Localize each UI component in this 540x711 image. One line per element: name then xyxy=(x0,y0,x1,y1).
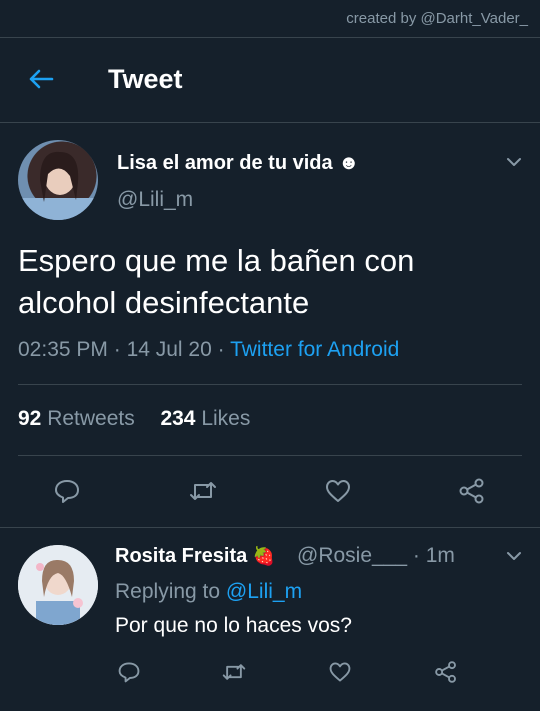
like-icon xyxy=(326,480,350,502)
retweets-stat[interactable]: 92 Retweets xyxy=(18,407,135,430)
reply-handle-line: @Rosie___ · 1m xyxy=(297,544,455,567)
retweet-button[interactable] xyxy=(188,476,218,506)
reply-time: 1m xyxy=(425,544,455,567)
like-button[interactable] xyxy=(323,476,353,506)
reply-icon xyxy=(55,480,79,503)
likes-label: Likes xyxy=(201,407,251,430)
watermark: created by @Darht_Vader_ xyxy=(346,10,528,27)
author-name[interactable]: Lisa el amor de tu vida ☻ xyxy=(117,152,359,175)
back-arrow-icon xyxy=(29,69,54,89)
reply-retweet-button[interactable] xyxy=(219,657,249,687)
author-emoji: ☻ xyxy=(338,152,360,174)
reply-author-name[interactable]: Rosita Fresita 🍓 xyxy=(115,545,275,568)
likes-stat[interactable]: 234 Likes xyxy=(160,407,250,430)
avatar[interactable] xyxy=(18,140,98,220)
tweet-source-link[interactable]: Twitter for Android xyxy=(230,338,399,361)
replying-to: Replying to @Lili_m xyxy=(115,580,302,604)
divider xyxy=(18,384,522,385)
replying-label: Replying to xyxy=(115,580,221,603)
avatar-image xyxy=(18,545,98,625)
likes-count: 234 xyxy=(160,407,196,430)
reply-button[interactable] xyxy=(52,476,82,506)
reply-reply-button[interactable] xyxy=(114,657,144,687)
reply-avatar[interactable] xyxy=(18,545,98,625)
divider xyxy=(18,455,522,456)
share-button[interactable] xyxy=(457,476,487,506)
reply-menu-button[interactable] xyxy=(504,546,524,566)
retweets-count: 92 xyxy=(18,407,42,430)
reply-text: Por que no lo haces vos? xyxy=(115,614,352,637)
share-icon xyxy=(435,661,456,683)
retweets-label: Retweets xyxy=(47,407,135,430)
tweet-date: 14 Jul 20 xyxy=(126,338,212,361)
tweet-time: 02:35 PM xyxy=(18,338,108,361)
chevron-down-icon xyxy=(507,552,521,560)
tweet-text: Espero que me la bañen con alcohol desin… xyxy=(18,243,415,320)
page-title: Tweet xyxy=(108,64,183,94)
tweet-stats: 92 Retweets 234 Likes xyxy=(18,407,250,431)
reply-like-button[interactable] xyxy=(325,657,355,687)
retweet-icon xyxy=(222,664,246,680)
back-button[interactable] xyxy=(26,64,56,94)
reply-author-emoji: 🍓 xyxy=(252,546,276,566)
avatar-image xyxy=(18,151,98,220)
tweet-menu-button[interactable] xyxy=(504,152,524,172)
replying-mention[interactable]: @Lili_m xyxy=(226,580,302,603)
divider xyxy=(0,527,540,528)
reply-icon xyxy=(118,662,140,683)
retweet-icon xyxy=(190,482,216,500)
reply-handle[interactable]: @Rosie___ xyxy=(297,544,407,567)
header: Tweet xyxy=(0,38,540,122)
share-icon xyxy=(459,478,484,504)
tweet-meta: 02:35 PM · 14 Jul 20 · Twitter for Andro… xyxy=(18,338,400,361)
like-icon xyxy=(329,662,351,682)
divider xyxy=(0,122,540,123)
author-handle[interactable]: @Lili_m xyxy=(117,188,193,212)
reply-share-button[interactable] xyxy=(431,657,461,687)
chevron-down-icon xyxy=(507,158,521,166)
